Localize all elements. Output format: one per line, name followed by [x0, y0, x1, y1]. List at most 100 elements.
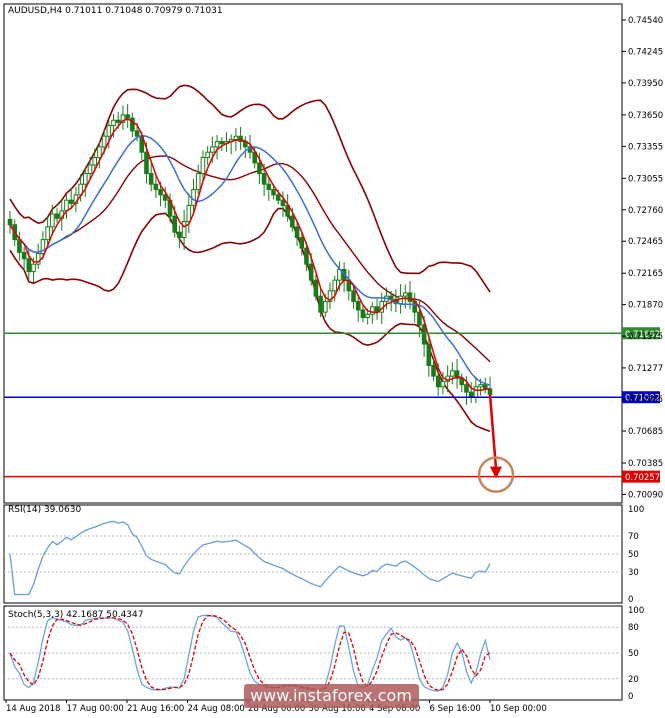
watermark: www.instaforex.com — [244, 684, 419, 708]
candle-body — [115, 119, 121, 123]
rsi-header: RSI(14) 39.0630 — [8, 505, 81, 515]
candle-body — [125, 114, 130, 119]
stoch-tick-label: 50 — [628, 649, 639, 659]
candle-body — [308, 263, 314, 281]
target-level-label: 0.70257 — [625, 473, 660, 483]
candle-body — [158, 189, 163, 196]
candle-body — [450, 370, 455, 377]
main-header: AUDUSD,H4 0.71011 0.71048 0.70979 0.7103… — [8, 6, 223, 16]
price-tick-label: 0.72165 — [628, 269, 663, 279]
candle-body — [322, 300, 328, 313]
candle-body — [280, 199, 286, 207]
candle-body — [299, 237, 305, 249]
candle-body — [360, 309, 366, 318]
candle-body — [87, 164, 93, 175]
rsi-tick-label: 100 — [628, 505, 644, 515]
chart-window: 0.71602 0.71002 0.70257 0.74540 0.74245 0.73… — [0, 0, 665, 718]
time-tick-label: 17 Aug 00:00 — [67, 704, 124, 714]
audusd-chart[interactable]: 0.716020.710020.70257 0.745400.742450.73… — [0, 0, 665, 718]
candle-body — [45, 226, 50, 241]
candle-body — [370, 306, 375, 315]
candle-body — [271, 189, 276, 196]
candle-body — [210, 146, 215, 153]
candle-body — [318, 295, 323, 313]
candle-body — [21, 251, 27, 260]
candle-body — [68, 199, 74, 204]
candle-body — [186, 205, 192, 223]
candle-body — [153, 183, 159, 191]
candle-body — [294, 226, 300, 239]
candle-body — [290, 215, 295, 228]
candle-body — [64, 199, 69, 212]
candle-body — [181, 221, 187, 239]
time-tick-label: 24 Aug 08:00 — [188, 704, 245, 714]
candle-body — [106, 125, 112, 137]
candle-body — [26, 258, 32, 273]
candle-body — [304, 247, 309, 265]
candle-body — [82, 173, 88, 185]
candle-body — [7, 218, 13, 226]
candle-body — [233, 135, 239, 140]
candle-body — [417, 311, 422, 326]
time-tick-label: 10 Sep 00:00 — [490, 704, 547, 714]
candle-body — [275, 194, 281, 201]
stoch-tick-label: 0 — [628, 692, 633, 702]
candle-body — [402, 292, 408, 297]
candle-body — [177, 231, 182, 239]
price-tick-label: 0.71575 — [628, 332, 663, 342]
candle-body — [355, 300, 361, 311]
candle-body — [92, 157, 98, 166]
price-tick-label: 0.70985 — [628, 395, 663, 405]
time-tick-label: 6 Sep 16:00 — [430, 704, 481, 714]
price-tick-label: 0.71277 — [628, 364, 663, 374]
candle-body — [54, 213, 60, 219]
time-tick-label: 14 Aug 2018 — [6, 704, 60, 714]
candle-body — [214, 141, 220, 148]
rsi-tick-label: 0 — [628, 595, 633, 605]
price-tick-label: 0.70090 — [628, 490, 663, 500]
candle-body — [17, 239, 22, 253]
stoch-tick-label: 20 — [628, 675, 639, 685]
candle-body — [200, 157, 206, 175]
candle-body — [365, 313, 370, 318]
rsi-tick-label: 50 — [628, 550, 639, 560]
candle-body — [426, 343, 432, 366]
candle-body — [482, 384, 488, 390]
candle-body — [148, 173, 154, 185]
candle-body — [421, 324, 427, 345]
price-tick-label: 0.72760 — [628, 206, 663, 216]
candle-body — [478, 384, 483, 388]
candle-body — [261, 173, 267, 185]
rsi-tick-label: 30 — [628, 568, 639, 578]
candle-body — [101, 135, 107, 148]
candle-body — [266, 183, 272, 191]
price-tick-label: 0.73650 — [628, 111, 663, 121]
candle-body — [31, 263, 36, 273]
stoch-tick-label: 100 — [628, 606, 644, 616]
candle-body — [487, 388, 493, 395]
candle-body — [435, 375, 441, 388]
price-tick-label: 0.73950 — [628, 79, 663, 89]
panel-frame-1 — [3, 3, 623, 504]
candle-body — [257, 162, 262, 175]
price-tick-label: 0.70685 — [628, 427, 663, 437]
candle-body — [172, 215, 178, 233]
candle-body — [195, 173, 201, 191]
candle-body — [144, 151, 149, 175]
candle-body — [407, 292, 413, 302]
price-tick-label: 0.74540 — [628, 16, 663, 26]
candle-body — [219, 141, 225, 145]
candle-body — [464, 384, 469, 393]
candle-body — [473, 386, 479, 398]
price-tick-label: 0.71870 — [628, 301, 663, 311]
candle-body — [351, 290, 356, 302]
candle-body — [134, 130, 140, 137]
price-tick-label: 0.72465 — [628, 237, 663, 247]
price-tick-label: 0.74245 — [628, 47, 663, 57]
price-tick-label: 0.70385 — [628, 459, 663, 469]
candle-body — [313, 279, 319, 297]
stoch-header: Stoch(5,3,3) 42.1687 50.4347 — [8, 610, 143, 620]
candle-body — [332, 279, 338, 292]
time-tick-label: 21 Aug 16:00 — [127, 704, 184, 714]
stoch-tick-label: 80 — [628, 623, 639, 633]
